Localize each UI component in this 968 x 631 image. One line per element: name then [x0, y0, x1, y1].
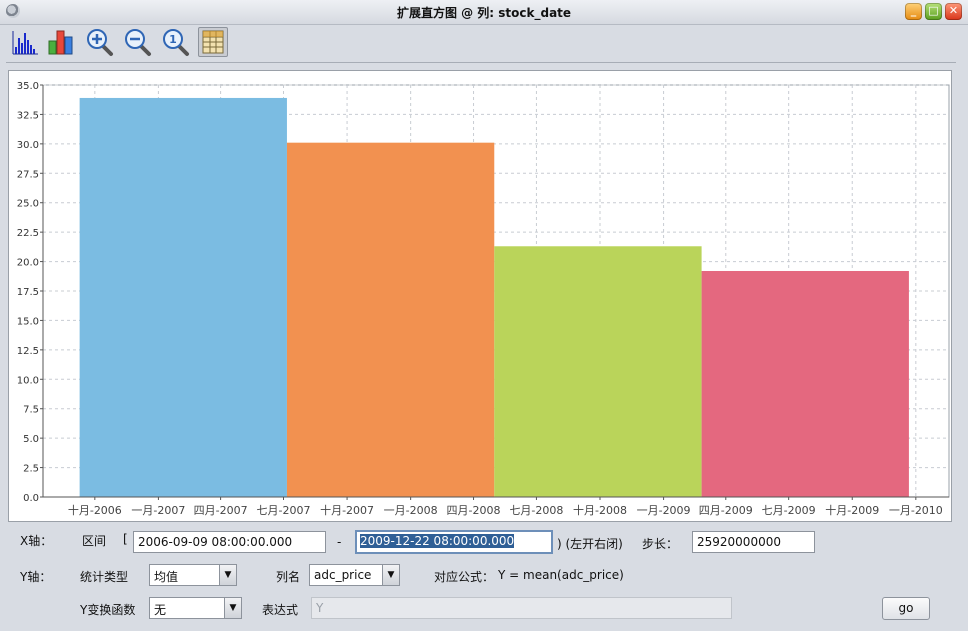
y-transform-value: 无: [154, 603, 167, 617]
y-tick-label: 7.5: [23, 405, 39, 416]
histogram-bar: [494, 246, 702, 497]
zoom-reset-icon: 1: [163, 29, 189, 56]
chevron-down-icon: ▼: [224, 598, 241, 618]
y-tick-label: 32.5: [17, 110, 39, 121]
y-tick-label: 20.0: [17, 258, 39, 269]
x-tick-label: 十月-2007: [320, 503, 374, 517]
zoom-out-icon: [125, 29, 151, 56]
formula-label: 对应公式：: [434, 570, 495, 584]
x-tick-label: 十月-2009: [825, 503, 879, 517]
x-tick-label: 一月-2009: [637, 504, 691, 517]
x-tick-label: 四月-2007: [194, 504, 248, 517]
histogram-bar: [701, 270, 909, 497]
toolbar: 1: [0, 24, 968, 62]
x-tick-label: 四月-2008: [447, 504, 501, 517]
column-value: adc_price: [314, 568, 372, 582]
x-tick-label: 七月-2008: [509, 504, 563, 517]
column-label: 列名: [276, 570, 301, 584]
maximize-button[interactable]: □: [925, 3, 942, 20]
y-tick-label: 5.0: [23, 434, 39, 445]
y-tick-label: 0.0: [23, 493, 39, 504]
x-tick-label: 十月-2008: [573, 503, 627, 517]
step-input[interactable]: 25920000000: [692, 531, 815, 553]
histogram-icon: [12, 31, 38, 55]
range-dash: -: [337, 535, 342, 549]
svg-text:1: 1: [169, 33, 177, 46]
zoom-in-icon: [87, 29, 113, 56]
minimize-button[interactable]: _: [905, 3, 922, 20]
range-open-bracket: [: [123, 532, 128, 546]
y-axis-label: Y轴：: [20, 570, 52, 584]
data-table-icon: [202, 30, 224, 54]
histogram-chart: 0.0 2.5 5.0 7.5 10.0 12.5 15.0 17.5 20.0 22.5 25.0…: [8, 70, 952, 522]
range-end-input[interactable]: 2009-12-22 08:00:00.000: [355, 530, 553, 554]
zoom-in-tool[interactable]: [84, 27, 114, 57]
column-select[interactable]: adc_price ▼: [309, 564, 400, 586]
y-transform-row: Y变换函数 无 ▼ 表达式 Y: [0, 597, 968, 627]
y-tick-label: 22.5: [17, 228, 39, 239]
y-transform-label: Y变换函数: [80, 603, 136, 617]
x-tick-label: 七月-2007: [257, 504, 311, 517]
y-tick-label: 15.0: [17, 316, 39, 327]
data-table-tool[interactable]: [198, 27, 228, 57]
y-tick-label: 2.5: [23, 464, 39, 475]
histogram-bar: [286, 142, 495, 497]
y-transform-select[interactable]: 无 ▼: [149, 597, 242, 619]
x-tick-label: 一月-2008: [384, 504, 438, 517]
x-tick-label: 四月-2009: [699, 504, 753, 517]
step-label: 步长：: [642, 537, 679, 551]
x-tick-label: 一月-2007: [131, 504, 185, 517]
y-tick-label: 27.5: [17, 169, 39, 180]
toolbar-separator: [6, 62, 956, 63]
x-axis-label: X轴：: [20, 534, 53, 548]
y-tick-label: 10.0: [17, 375, 39, 386]
expression-label: 表达式: [262, 603, 299, 617]
y-tick-label: 35.0: [17, 81, 39, 92]
chevron-down-icon: ▼: [382, 565, 399, 585]
histogram-tool[interactable]: [10, 27, 40, 57]
chart-svg: 0.0 2.5 5.0 7.5 10.0 12.5 15.0 17.5 20.0 22.5 25.0…: [17, 81, 950, 517]
go-button[interactable]: go: [882, 597, 930, 620]
close-button[interactable]: ✕: [945, 3, 962, 20]
range-label: 区间: [82, 534, 107, 548]
stat-type-select[interactable]: 均值 ▼: [149, 564, 237, 586]
y-tick-label: 12.5: [17, 346, 39, 357]
range-start-input[interactable]: 2006-09-09 08:00:00.000: [133, 531, 326, 553]
x-tick-label: 一月-2010: [889, 504, 943, 517]
x-tick-label: 十月-2006: [68, 503, 122, 517]
window-title: 扩展直方图 @ 列: stock_date: [396, 6, 572, 20]
y-axis-row: Y轴： 统计类型 均值 ▼ 列名 adc_price ▼ 对应公式： Y = m…: [0, 564, 968, 594]
y-tick-label: 30.0: [17, 140, 39, 151]
zoom-out-tool[interactable]: [122, 27, 152, 57]
y-tick-label: 17.5: [17, 287, 39, 298]
stat-type-label: 统计类型: [80, 570, 129, 584]
bar-chart-icon: [48, 30, 73, 55]
range-close-note: ) (左开右闭): [557, 537, 623, 551]
bar-chart-tool[interactable]: [46, 27, 76, 57]
y-tick-label: 25.0: [17, 199, 39, 210]
zoom-reset-tool[interactable]: 1: [160, 27, 190, 57]
chevron-down-icon: ▼: [219, 565, 236, 585]
stat-type-value: 均值: [154, 570, 179, 584]
expression-input[interactable]: Y: [311, 597, 732, 619]
formula-text: Y = mean(adc_price): [498, 568, 624, 582]
title-bar: 扩展直方图 @ 列: stock_date _ □ ✕: [0, 0, 968, 25]
x-tick-label: 七月-2009: [762, 504, 816, 517]
range-end-value: 2009-12-22 08:00:00.000: [360, 534, 515, 548]
x-axis-row: X轴： 区间 [ 2006-09-09 08:00:00.000 - 2009-…: [0, 530, 968, 560]
histogram-bar: [79, 97, 287, 497]
